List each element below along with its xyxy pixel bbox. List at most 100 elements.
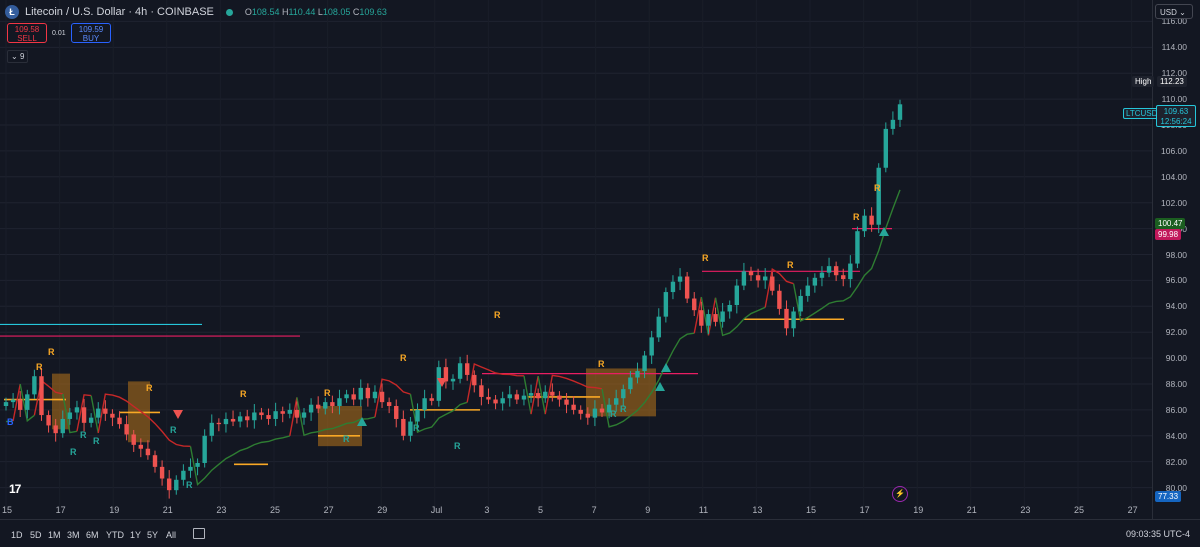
- range-button-5y[interactable]: 5Y: [147, 530, 158, 540]
- candle-body: [223, 418, 229, 425]
- time-label: 11: [698, 505, 709, 515]
- resistance-marker: R: [36, 362, 43, 372]
- resistance-marker: R: [598, 359, 605, 369]
- currency-button[interactable]: USD ⌄: [1155, 4, 1193, 19]
- price-tick: 84.00: [1165, 430, 1187, 441]
- candle-body: [280, 411, 285, 414]
- candle-body: [784, 308, 789, 329]
- litecoin-icon: Ł: [5, 5, 19, 19]
- price-tick: 82.00: [1165, 456, 1187, 467]
- bottom-toolbar: 1D 5D 1M 3M 6M YTD 1Y 5Y All 09:03:35 UTC-4: [0, 519, 1200, 547]
- candle-body: [621, 389, 626, 399]
- range-button-1y[interactable]: 1Y: [130, 530, 141, 540]
- lightning-icon[interactable]: ⚡: [892, 486, 908, 502]
- candle-body: [237, 416, 243, 422]
- time-label: 3: [484, 505, 490, 515]
- candle-body: [110, 413, 115, 418]
- candle-body: [379, 391, 385, 403]
- resistance-marker: R: [400, 353, 407, 363]
- candle-body: [252, 412, 257, 421]
- indicator-toggle[interactable]: ⌄ 9: [7, 50, 29, 63]
- spread-value: 0.01: [52, 30, 66, 37]
- candle-body: [550, 391, 555, 396]
- range-button-1m[interactable]: 1M: [48, 530, 61, 540]
- candle-body: [308, 404, 314, 413]
- support-marker: R: [170, 425, 177, 435]
- candle-body: [337, 398, 342, 406]
- tradingview-logo-icon: 17: [9, 482, 21, 496]
- price-tick: 90.00: [1165, 353, 1187, 364]
- price-tick: 88.00: [1165, 378, 1187, 389]
- time-label: 15: [2, 505, 13, 515]
- time-label: 21: [966, 505, 977, 515]
- candle-body: [46, 415, 51, 426]
- candle-body: [315, 404, 321, 409]
- last-price: 109.63: [1163, 107, 1189, 116]
- candle-body: [521, 395, 527, 400]
- candle-body: [166, 478, 172, 491]
- candle-body: [358, 387, 363, 400]
- candle-body: [266, 415, 271, 419]
- time-label: 5: [538, 505, 544, 515]
- green-level-label: 100.47: [1155, 218, 1186, 229]
- candle-body: [479, 385, 484, 397]
- time-label: 23: [1020, 505, 1031, 515]
- support-marker: R: [70, 447, 77, 457]
- candle-body: [890, 119, 896, 129]
- last-price-label: 109.63 12:56:24: [1156, 105, 1196, 127]
- candle-body: [145, 448, 151, 456]
- price-tick: 102.00: [1161, 197, 1187, 208]
- high-price-value: 112.23: [1157, 76, 1187, 87]
- candle-body: [39, 376, 44, 416]
- resistance-marker: R: [494, 310, 501, 320]
- support-marker: R: [80, 430, 87, 440]
- candle-body: [408, 421, 413, 436]
- range-button-all[interactable]: All: [166, 530, 176, 540]
- candle-body: [762, 276, 768, 281]
- candle-body: [152, 455, 158, 467]
- range-button-1d[interactable]: 1D: [11, 530, 23, 540]
- currency-label: USD: [1160, 8, 1177, 17]
- candle-body: [876, 167, 881, 225]
- sell-button[interactable]: 109.58 SELL: [7, 23, 47, 43]
- candle-body: [557, 395, 562, 400]
- candle-body: [493, 399, 498, 404]
- support-marker: R: [620, 404, 627, 414]
- range-button-5d[interactable]: 5D: [30, 530, 42, 540]
- buy-button[interactable]: 109.59 BUY: [71, 23, 111, 43]
- range-button-3m[interactable]: 3M: [67, 530, 80, 540]
- candle-body: [422, 398, 427, 410]
- candle-body: [202, 435, 207, 463]
- candle-body: [273, 411, 278, 419]
- candle-body: [649, 337, 654, 356]
- candle-body: [833, 266, 839, 276]
- time-label: 21: [162, 505, 173, 515]
- candle-body: [528, 393, 534, 396]
- chart-header: Ł Litecoin / U.S. Dollar · 4h · COINBASE…: [5, 5, 387, 19]
- candle-body: [862, 215, 867, 232]
- candle-body: [209, 422, 214, 436]
- time-label: 15: [806, 505, 817, 515]
- candle-body: [216, 422, 222, 425]
- candle-body: [741, 271, 747, 286]
- support-marker: R: [93, 436, 100, 446]
- candle-body: [543, 391, 548, 399]
- candle-body: [599, 408, 605, 413]
- support-marker: R: [413, 423, 420, 433]
- candle-body: [883, 128, 889, 168]
- symbol-title[interactable]: Litecoin / U.S. Dollar · 4h · COINBASE: [25, 6, 214, 18]
- candle-body: [344, 394, 349, 399]
- candle-body: [613, 398, 619, 405]
- high-price-label: High: [1132, 76, 1155, 87]
- calendar-icon[interactable]: [193, 528, 205, 539]
- candle-body: [429, 398, 434, 401]
- range-button-ytd[interactable]: YTD: [106, 530, 124, 540]
- range-button-6m[interactable]: 6M: [86, 530, 99, 540]
- candlestick-chart[interactable]: RRRR RRRRRRRRRRRRRRRRR RB: [0, 0, 1152, 519]
- clock[interactable]: 09:03:35 UTC-4: [1126, 529, 1190, 539]
- time-label: 27: [323, 505, 334, 515]
- candle-body: [848, 263, 853, 280]
- candle-body: [727, 305, 732, 312]
- candle-body: [706, 314, 711, 326]
- candle-body: [10, 399, 16, 403]
